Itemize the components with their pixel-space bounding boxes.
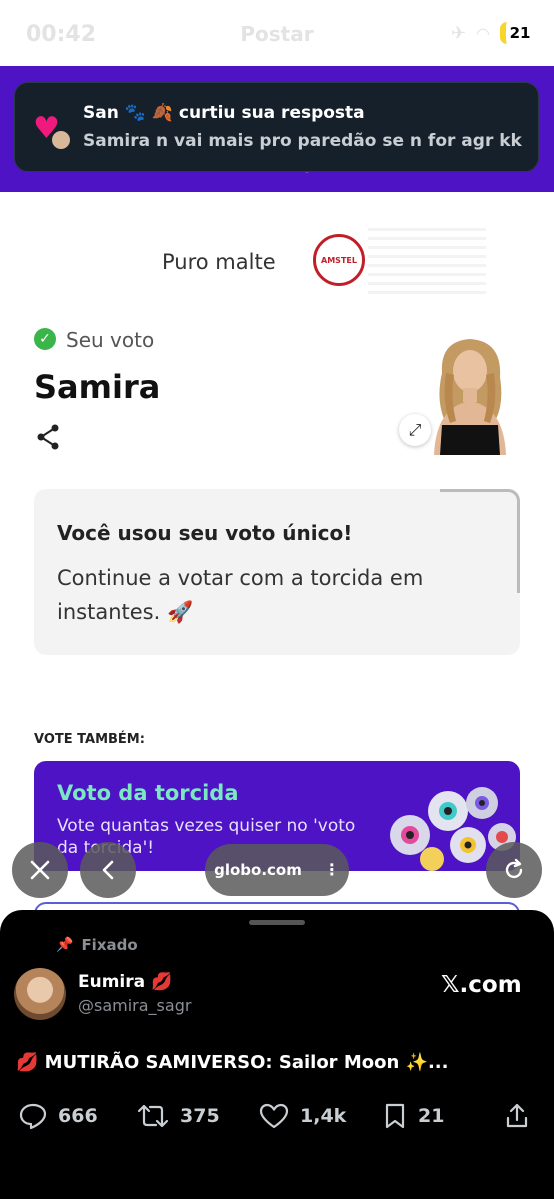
info-title: Você usou seu voto único! bbox=[57, 521, 353, 545]
share-tweet-button[interactable] bbox=[504, 1102, 530, 1130]
close-icon bbox=[30, 860, 50, 880]
screen: 00:42 Postar ✈ ◠ 21 BBB 26 ♥ San 🐾 🍂 cur… bbox=[0, 0, 554, 1199]
repost-count: 375 bbox=[180, 1105, 220, 1127]
bookmark-count: 21 bbox=[418, 1105, 445, 1127]
candidate-photo[interactable] bbox=[420, 333, 520, 455]
like-notification[interactable]: ♥ San 🐾 🍂 curtiu sua resposta Samira n v… bbox=[14, 82, 539, 172]
expand-icon[interactable]: ⤢ bbox=[399, 414, 431, 446]
reload-button[interactable] bbox=[486, 842, 542, 898]
info-text: Continue a votar com a torcida em instan… bbox=[57, 566, 424, 624]
x-com-link[interactable]: 𝕏.com bbox=[441, 972, 522, 998]
url-pill[interactable]: globo.com ⋮ bbox=[205, 844, 349, 896]
amstel-logo-text: AMSTEL bbox=[321, 255, 357, 265]
torcida-title: Voto da torcida bbox=[57, 781, 239, 805]
user-handle[interactable]: @samira_sagr bbox=[78, 996, 191, 1015]
battery-icon: 21 bbox=[500, 22, 534, 44]
status-bar: 00:42 Postar ✈ ◠ 21 bbox=[0, 0, 554, 66]
status-icons: ✈ ◠ 21 bbox=[451, 22, 534, 44]
pinned-text: Fixado bbox=[81, 936, 138, 954]
display-name[interactable]: Eumira 💋 bbox=[78, 972, 172, 992]
like-count: 1,4k bbox=[300, 1105, 347, 1127]
reply-count: 666 bbox=[58, 1105, 98, 1127]
sponsor-watermark bbox=[368, 228, 486, 294]
check-icon: ✓ bbox=[34, 328, 56, 350]
tweet-actions: 666 375 1,4k 21 bbox=[18, 1102, 538, 1136]
close-button[interactable] bbox=[12, 842, 68, 898]
tweet-sheet[interactable]: 📌 Fixado Eumira 💋 @samira_sagr 𝕏.com 💋 M… bbox=[0, 910, 554, 1199]
airplane-icon: ✈ bbox=[450, 22, 467, 44]
sponsor-label: Puro malte bbox=[162, 250, 276, 274]
repost-button[interactable]: 375 bbox=[136, 1102, 220, 1130]
pinned-label: 📌 Fixado bbox=[56, 936, 138, 954]
vote-also-heading: VOTE TAMBÉM: bbox=[34, 732, 145, 747]
chevron-left-icon bbox=[102, 860, 114, 880]
pin-icon: 📌 bbox=[56, 937, 74, 953]
like-button[interactable]: 1,4k bbox=[258, 1102, 346, 1130]
reload-icon bbox=[505, 858, 523, 879]
reply-button[interactable]: 666 bbox=[18, 1102, 98, 1130]
vote-info-box: Você usou seu voto único! Continue a vot… bbox=[34, 489, 520, 655]
sheet-grabber[interactable] bbox=[249, 920, 305, 925]
heart-outline-icon bbox=[259, 1103, 289, 1129]
notification-avatar bbox=[50, 129, 72, 151]
share-upload-icon bbox=[506, 1103, 528, 1128]
amstel-logo: AMSTEL bbox=[313, 234, 365, 286]
back-button[interactable] bbox=[80, 842, 136, 898]
tweet-text[interactable]: 💋 MUTIRÃO SAMIVERSO: Sailor Moon ✨... bbox=[16, 1052, 448, 1073]
more-options-icon[interactable]: ⋮ bbox=[324, 862, 340, 878]
notification-title: San 🐾 🍂 curtiu sua resposta bbox=[83, 103, 365, 123]
share-icon[interactable] bbox=[36, 424, 60, 454]
bookmark-button[interactable]: 21 bbox=[382, 1102, 444, 1130]
avatar[interactable] bbox=[14, 968, 66, 1020]
reply-icon bbox=[19, 1103, 47, 1130]
wifi-icon: ◠ bbox=[476, 23, 490, 43]
vote-status: Seu voto bbox=[66, 328, 155, 352]
candidate-name: Samira bbox=[34, 368, 161, 406]
bookmark-icon bbox=[385, 1103, 405, 1129]
url-text: globo.com bbox=[214, 861, 302, 879]
repost-icon bbox=[137, 1104, 169, 1128]
notification-body: Samira n vai mais pro paredão se n for a… bbox=[83, 131, 522, 151]
